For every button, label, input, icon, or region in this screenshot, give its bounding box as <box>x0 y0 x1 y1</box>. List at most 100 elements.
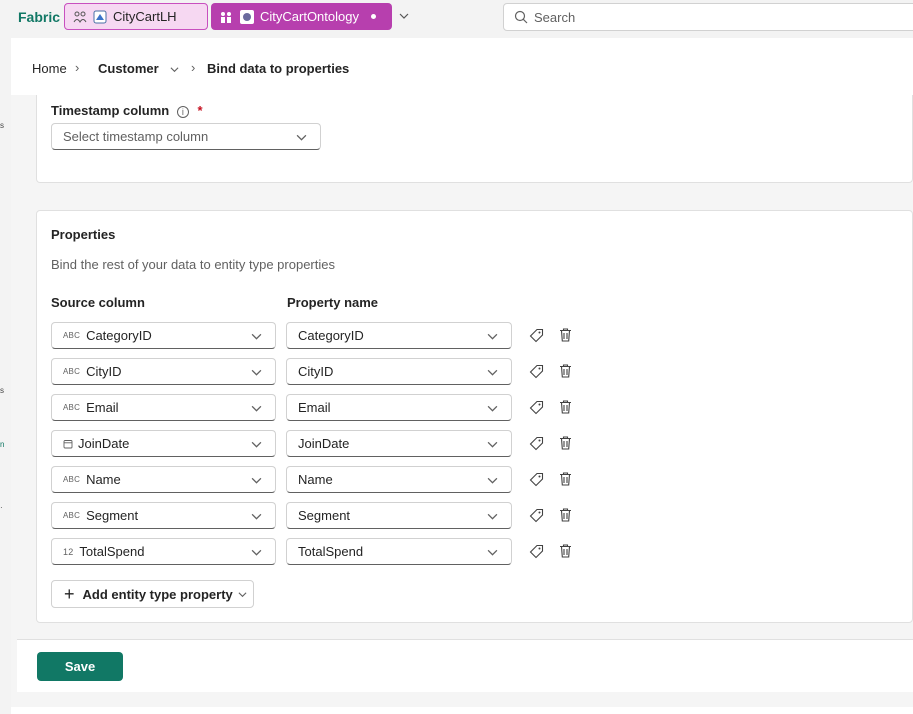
add-property-label: Add entity type property <box>82 586 233 602</box>
source-column-select[interactable]: ABC CityID <box>51 358 276 385</box>
property-name-value: CityID <box>298 364 334 379</box>
delete-icon[interactable] <box>558 507 573 523</box>
delete-icon[interactable] <box>558 363 573 379</box>
chevron-down-icon <box>251 441 262 448</box>
delete-icon[interactable] <box>558 543 573 559</box>
chevron-down-icon <box>238 591 247 597</box>
source-column-select[interactable]: ABC Email <box>51 394 276 421</box>
breadcrumb: Home › Customer › Bind data to propertie… <box>11 38 913 95</box>
text-type-icon: ABC <box>63 511 81 520</box>
tag-icon[interactable] <box>529 364 544 379</box>
property-name-value: TotalSpend <box>298 544 364 559</box>
delete-icon[interactable] <box>558 399 573 415</box>
ontology-label: CityCartOntology <box>260 9 359 24</box>
left-nav-fragment: · <box>0 503 3 512</box>
property-name-select[interactable]: TotalSpend <box>286 538 512 565</box>
chevron-down-icon <box>251 405 262 412</box>
chevron-right-icon: › <box>75 60 80 75</box>
chevron-down-icon <box>251 477 262 484</box>
lakehouse-icon <box>93 10 107 24</box>
chevron-down-icon <box>296 134 307 141</box>
lakehouse-item-tab[interactable]: CityCartLH <box>64 3 208 30</box>
required-mark: * <box>197 103 203 118</box>
chevron-down-icon <box>487 513 498 520</box>
source-column-select[interactable]: ABC CategoryID <box>51 322 276 349</box>
number-type-icon: 12 <box>63 546 74 557</box>
property-name-select[interactable]: CategoryID <box>286 322 512 349</box>
chevron-right-icon: › <box>191 60 196 75</box>
timestamp-placeholder: Select timestamp column <box>63 129 209 144</box>
source-column-value: TotalSpend <box>79 544 145 559</box>
source-column-select[interactable]: JoinDate <box>51 430 276 457</box>
footer-bar <box>17 639 913 692</box>
plus-icon: + <box>64 584 75 604</box>
properties-title: Properties <box>51 227 116 242</box>
add-entity-type-property-button[interactable]: + Add entity type property <box>51 580 254 608</box>
delete-icon[interactable] <box>558 435 573 451</box>
chevron-down-icon <box>487 477 498 484</box>
timestamp-label-text: Timestamp column <box>51 103 170 118</box>
workspace-icon <box>73 10 87 24</box>
breadcrumb-home[interactable]: Home <box>32 61 67 76</box>
text-type-icon: ABC <box>63 403 81 412</box>
property-name-select[interactable]: CityID <box>286 358 512 385</box>
chevron-down-icon <box>251 369 262 376</box>
save-button[interactable]: Save <box>37 652 123 681</box>
tag-icon[interactable] <box>529 508 544 523</box>
brand-name[interactable]: Fabric <box>18 9 60 25</box>
property-name-value: CategoryID <box>298 328 364 343</box>
chevron-down-icon <box>251 513 262 520</box>
chevron-down-icon <box>251 333 262 340</box>
property-name-header: Property name <box>287 295 379 310</box>
tag-icon[interactable] <box>529 400 544 415</box>
property-name-value: Segment <box>298 508 351 523</box>
tag-icon[interactable] <box>529 436 544 451</box>
chevron-down-icon <box>487 549 498 556</box>
tag-icon[interactable] <box>529 328 544 343</box>
chevron-down-icon <box>487 333 498 340</box>
chevron-down-icon[interactable] <box>399 9 409 24</box>
ontology-icon <box>240 9 254 24</box>
tag-icon[interactable] <box>529 472 544 487</box>
left-nav-fragment: s <box>0 386 4 395</box>
property-name-select[interactable]: Segment <box>286 502 512 529</box>
left-nav-strip <box>0 38 11 714</box>
source-column-select[interactable]: ABC Segment <box>51 502 276 529</box>
ontology-item-tab[interactable]: CityCartOntology <box>211 3 392 30</box>
timestamp-select[interactable]: Select timestamp column <box>51 123 321 150</box>
source-column-value: JoinDate <box>78 436 130 451</box>
source-column-value: Name <box>86 472 121 487</box>
calendar-icon <box>63 439 73 448</box>
lakehouse-label: CityCartLH <box>113 9 177 24</box>
property-name-select[interactable]: Email <box>286 394 512 421</box>
chevron-down-icon <box>487 441 498 448</box>
unsaved-dot-icon <box>370 14 376 19</box>
chevron-down-icon <box>251 549 262 556</box>
left-nav-fragment: n <box>0 440 5 449</box>
property-name-select[interactable]: JoinDate <box>286 430 512 457</box>
source-column-header: Source column <box>51 295 145 310</box>
tag-icon[interactable] <box>529 544 544 559</box>
breadcrumb-customer[interactable]: Customer <box>98 61 159 76</box>
delete-icon[interactable] <box>558 327 573 343</box>
delete-icon[interactable] <box>558 471 573 487</box>
property-name-value: Email <box>298 400 331 415</box>
source-column-value: Segment <box>86 508 139 523</box>
source-column-value: CityID <box>86 364 122 379</box>
chevron-down-icon[interactable] <box>170 62 179 77</box>
info-icon[interactable]: i <box>176 105 189 118</box>
source-column-select[interactable]: 12 TotalSpend <box>51 538 276 565</box>
properties-description: Bind the rest of your data to entity typ… <box>51 257 335 272</box>
property-name-value: JoinDate <box>298 436 350 451</box>
source-column-value: Email <box>86 400 119 415</box>
property-name-select[interactable]: Name <box>286 466 512 493</box>
timestamp-label: Timestamp column i * <box>51 103 203 118</box>
left-nav-fragment: s <box>0 121 4 130</box>
source-column-select[interactable]: ABC Name <box>51 466 276 493</box>
chevron-down-icon <box>487 405 498 412</box>
text-type-icon: ABC <box>63 475 81 484</box>
people-icon <box>219 10 234 24</box>
search-input[interactable]: Search <box>503 3 913 31</box>
source-column-value: CategoryID <box>86 328 152 343</box>
top-bar: Fabric CityCartLH CityCartOntology Searc… <box>0 0 913 36</box>
